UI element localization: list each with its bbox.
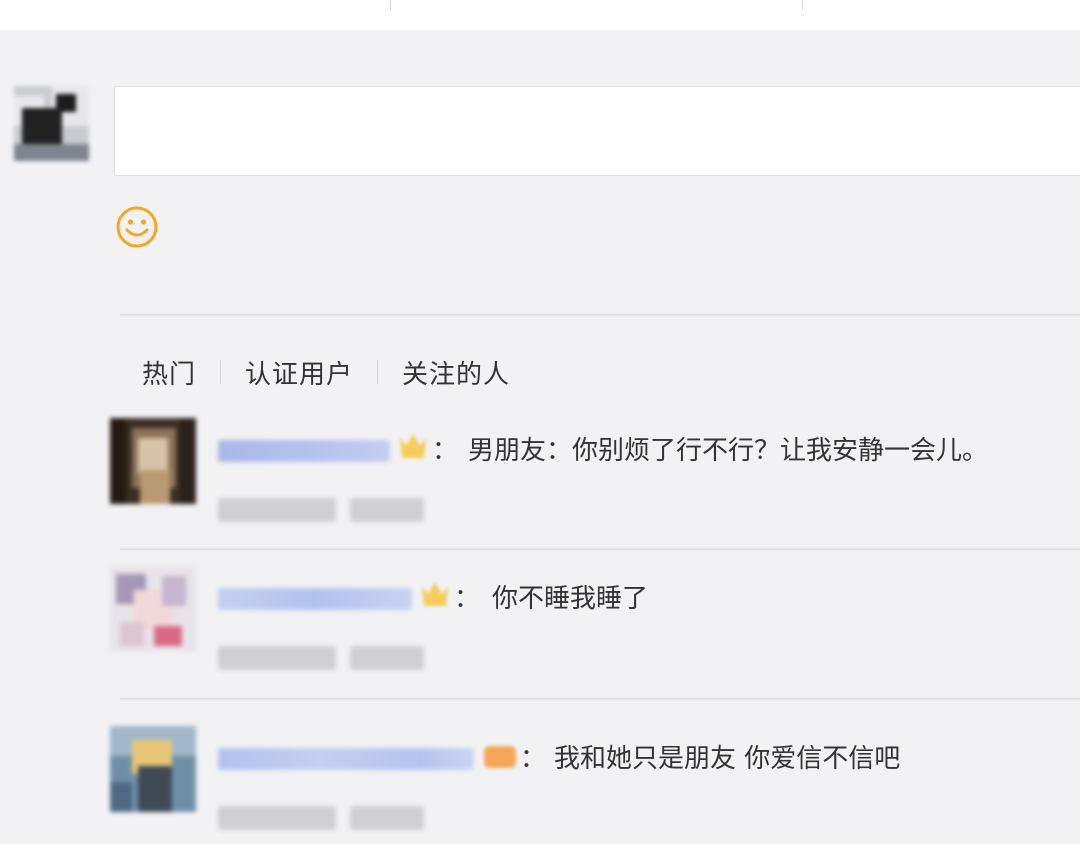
member-crown-icon [398, 430, 428, 466]
section-divider [120, 314, 1080, 316]
toolbar-divider [390, 0, 391, 10]
comment-timestamp [218, 646, 424, 670]
toolbar-divider [802, 0, 803, 10]
tab-verified-users[interactable]: 认证用户 [245, 354, 353, 391]
comment-separator: ： [432, 436, 459, 466]
smiley-icon [116, 206, 158, 248]
comment-panel: 热门 认证用户 关注的人 ： 男朋友：你别烦了行不行？让我安静一会儿。 ： 你不… [0, 0, 1080, 844]
commenter-avatar[interactable] [110, 566, 196, 652]
tab-hot[interactable]: 热门 [142, 354, 196, 391]
tab-separator [220, 360, 222, 384]
comment-timestamp [218, 806, 424, 830]
emoji-button[interactable] [114, 204, 160, 250]
commenter-name-link[interactable] [218, 588, 412, 610]
comment-input[interactable] [114, 86, 1080, 176]
comment-separator: ： [454, 584, 481, 614]
top-toolbar-strip [0, 0, 1080, 30]
tab-separator [377, 360, 379, 384]
commenter-name-link[interactable] [218, 748, 474, 770]
comment-separator: ： [520, 744, 547, 774]
comment-item: ： 我和她只是朋友 你爱信不信吧 [110, 726, 1080, 830]
comment-text: 你不睡我睡了 [492, 584, 649, 614]
comment-text: 男朋友：你别烦了行不行？让我安静一会儿。 [468, 436, 989, 466]
comment-timestamp [218, 498, 424, 522]
member-crown-icon [420, 578, 450, 614]
commenter-avatar[interactable] [110, 418, 196, 504]
current-user-avatar [14, 86, 89, 161]
comment-item: ： 你不睡我睡了 [110, 566, 1080, 670]
comment-text: 我和她只是朋友 你爱信不信吧 [554, 744, 901, 774]
commenter-name-link[interactable] [218, 440, 390, 462]
tab-following[interactable]: 关注的人 [402, 354, 510, 391]
comment-divider [120, 548, 1080, 550]
comment-item: ： 男朋友：你别烦了行不行？让我安静一会儿。 [110, 418, 1080, 522]
member-badge-icon [482, 738, 518, 774]
comment-filter-tabs: 热门 认证用户 关注的人 [142, 352, 510, 392]
comment-divider [120, 698, 1080, 700]
commenter-avatar[interactable] [110, 726, 196, 812]
